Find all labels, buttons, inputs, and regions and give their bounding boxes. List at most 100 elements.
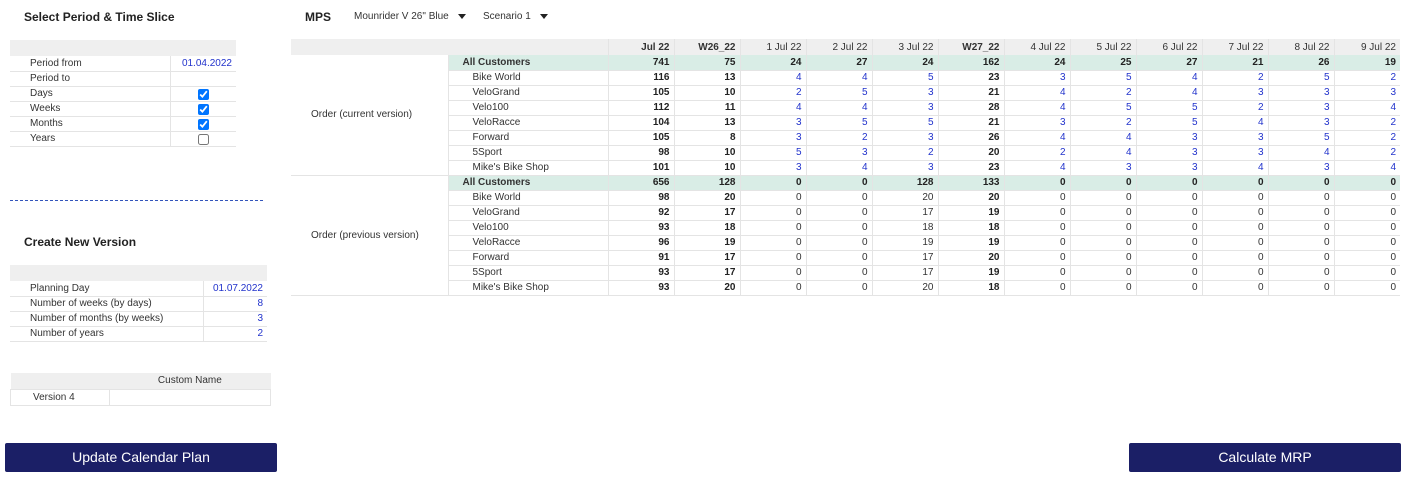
grid-cell[interactable]: 3 xyxy=(739,115,806,131)
grid-cell[interactable]: 4 xyxy=(1003,100,1070,116)
grid-cell[interactable]: 2 xyxy=(1201,100,1268,116)
grid-cell[interactable]: 3 xyxy=(739,130,806,146)
months-by-weeks-input[interactable]: 3 xyxy=(202,311,267,327)
grid-cell[interactable]: 2 xyxy=(1333,115,1400,131)
grid-cell[interactable]: 3 xyxy=(871,100,938,116)
grid-cell: 0 xyxy=(1069,280,1136,296)
grid-cell[interactable]: 5 xyxy=(1135,100,1202,116)
grid-cell: 17 xyxy=(871,205,938,221)
custom-name-table: Custom Name Version 4 xyxy=(10,373,272,406)
grid-cell[interactable]: 4 xyxy=(805,100,872,116)
grid-cell[interactable]: 2 xyxy=(1069,85,1136,101)
grid-cell[interactable]: 4 xyxy=(1267,145,1334,161)
grid-cell[interactable]: 3 xyxy=(1003,70,1070,86)
grid-cell[interactable]: 4 xyxy=(1003,85,1070,101)
column-header: 9 Jul 22 xyxy=(1333,39,1400,55)
grid-cell[interactable]: 4 xyxy=(805,160,872,176)
grid-cell: 0 xyxy=(1135,175,1202,191)
grid-cell[interactable]: 4 xyxy=(1069,145,1136,161)
customer-label: Velo100 xyxy=(447,100,608,116)
grid-cell[interactable]: 4 xyxy=(1003,130,1070,146)
grid-cell[interactable]: 3 xyxy=(1267,160,1334,176)
grid-cell[interactable]: 4 xyxy=(1135,70,1202,86)
grid-cell: 10 xyxy=(673,145,740,161)
grid-cell[interactable]: 4 xyxy=(1069,130,1136,146)
grid-cell: 0 xyxy=(1333,265,1400,281)
grid-cell[interactable]: 3 xyxy=(1135,145,1202,161)
grid-cell[interactable]: 2 xyxy=(1333,145,1400,161)
scenario-dropdown[interactable]: Scenario 1 xyxy=(483,11,548,22)
product-dropdown[interactable]: Mounrider V 26" Blue xyxy=(354,11,466,22)
grid-cell[interactable]: 2 xyxy=(1201,70,1268,86)
grid-cell[interactable]: 3 xyxy=(1069,160,1136,176)
grid-cell[interactable]: 4 xyxy=(1201,160,1268,176)
grid-cell: 23 xyxy=(937,70,1004,86)
grid-cell[interactable]: 4 xyxy=(1003,160,1070,176)
grid-cell[interactable]: 5 xyxy=(739,145,806,161)
grid-cell[interactable]: 3 xyxy=(871,160,938,176)
grid-cell: 0 xyxy=(1267,280,1334,296)
number-of-years-row: Number of years 2 xyxy=(10,326,267,342)
grid-cell[interactable]: 3 xyxy=(1333,85,1400,101)
grid-cell[interactable]: 5 xyxy=(871,115,938,131)
table-row: Bike World 98 20 0 0 20 20 0 0 0 0 0 0 xyxy=(291,190,1400,206)
grid-cell: 0 xyxy=(1003,280,1070,296)
grid-cell[interactable]: 4 xyxy=(1333,160,1400,176)
grid-cell: 0 xyxy=(1201,175,1268,191)
grid-cell[interactable]: 3 xyxy=(739,160,806,176)
grid-cell: 96 xyxy=(607,235,674,251)
update-calendar-plan-button[interactable]: Update Calendar Plan xyxy=(5,443,277,472)
number-of-years-input[interactable]: 2 xyxy=(202,326,267,342)
grid-cell: 0 xyxy=(1333,190,1400,206)
grid-cell[interactable]: 4 xyxy=(739,70,806,86)
grid-cell[interactable]: 2 xyxy=(1003,145,1070,161)
period-to-input[interactable] xyxy=(169,71,236,87)
grid-cell[interactable]: 2 xyxy=(871,145,938,161)
grid-cell[interactable]: 4 xyxy=(805,70,872,86)
grid-cell: 0 xyxy=(739,280,806,296)
group-label: Order (previous version) xyxy=(291,175,448,296)
slice-months-checkbox[interactable] xyxy=(197,119,209,130)
grid-cell[interactable]: 2 xyxy=(805,130,872,146)
chevron-down-icon xyxy=(457,13,466,19)
custom-name-input[interactable] xyxy=(108,388,272,406)
grid-cell[interactable]: 3 xyxy=(871,85,938,101)
grid-cell[interactable]: 5 xyxy=(805,85,872,101)
grid-cell[interactable]: 5 xyxy=(805,115,872,131)
grid-cell[interactable]: 3 xyxy=(1003,115,1070,131)
grid-cell[interactable]: 2 xyxy=(1333,70,1400,86)
grid-cell[interactable]: 3 xyxy=(1135,160,1202,176)
grid-cell[interactable]: 5 xyxy=(1267,130,1334,146)
grid-cell[interactable]: 4 xyxy=(1135,85,1202,101)
grid-cell[interactable]: 3 xyxy=(1201,145,1268,161)
grid-cell[interactable]: 3 xyxy=(871,130,938,146)
grid-cell: 105 xyxy=(607,130,674,146)
slice-days-checkbox[interactable] xyxy=(197,89,209,100)
grid-cell[interactable]: 2 xyxy=(1069,115,1136,131)
grid-cell[interactable]: 5 xyxy=(1267,70,1334,86)
grid-cell[interactable]: 4 xyxy=(1333,100,1400,116)
grid-cell[interactable]: 3 xyxy=(1201,130,1268,146)
grid-cell[interactable]: 3 xyxy=(1135,130,1202,146)
grid-cell[interactable]: 3 xyxy=(1267,100,1334,116)
grid-cell[interactable]: 5 xyxy=(871,70,938,86)
slice-years-checkbox[interactable] xyxy=(197,134,209,145)
grid-cell[interactable]: 3 xyxy=(1267,85,1334,101)
grid-cell[interactable]: 5 xyxy=(1069,100,1136,116)
grid-cell[interactable]: 3 xyxy=(805,145,872,161)
grid-cell: 0 xyxy=(1267,220,1334,236)
slice-weeks-checkbox[interactable] xyxy=(197,104,209,115)
weeks-by-days-input[interactable]: 8 xyxy=(202,296,267,312)
grid-cell[interactable]: 4 xyxy=(739,100,806,116)
grid-cell[interactable]: 2 xyxy=(739,85,806,101)
period-from-input[interactable]: 01.04.2022 xyxy=(169,56,236,72)
grid-cell[interactable]: 3 xyxy=(1201,85,1268,101)
grid-cell[interactable]: 2 xyxy=(1333,130,1400,146)
grid-cell[interactable]: 5 xyxy=(1135,115,1202,131)
grid-cell[interactable]: 5 xyxy=(1069,70,1136,86)
grid-cell[interactable]: 3 xyxy=(1267,115,1334,131)
calculate-mrp-button[interactable]: Calculate MRP xyxy=(1129,443,1401,472)
planning-day-input[interactable]: 01.07.2022 xyxy=(202,281,267,297)
grid-cell: 0 xyxy=(805,220,872,236)
grid-cell[interactable]: 4 xyxy=(1201,115,1268,131)
